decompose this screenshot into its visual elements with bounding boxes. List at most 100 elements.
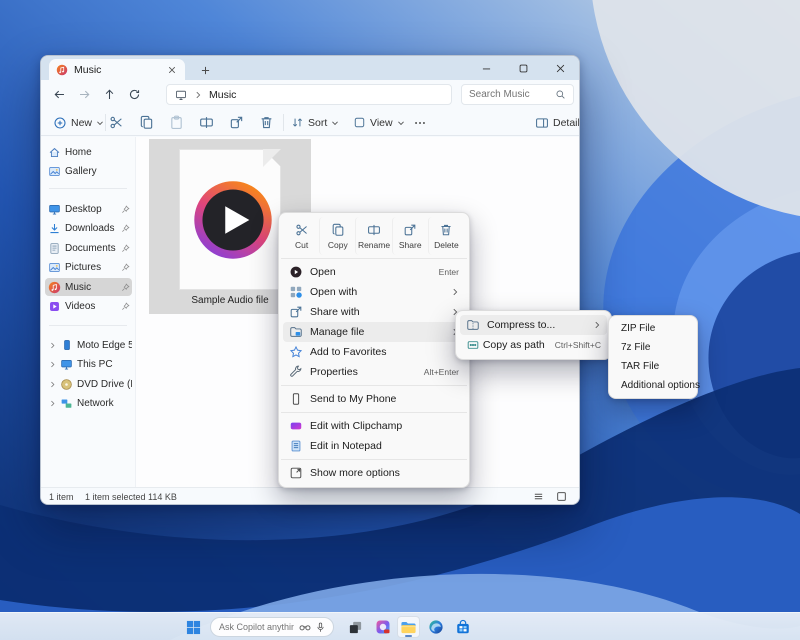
cut-button[interactable] bbox=[105, 112, 128, 133]
sort-icon bbox=[291, 116, 304, 129]
sidebar-item-downloads[interactable]: Downloads bbox=[45, 220, 132, 238]
microphone-icon[interactable] bbox=[316, 622, 325, 633]
pin-icon bbox=[121, 263, 130, 272]
menu-item-edit-with-clipchamp[interactable]: Edit with Clipchamp bbox=[283, 416, 465, 436]
sidebar-item-network[interactable]: Network bbox=[45, 395, 132, 413]
videos-icon bbox=[47, 300, 62, 313]
menu-item-share-with[interactable]: Share with bbox=[283, 302, 465, 322]
task-view-icon bbox=[348, 620, 363, 635]
quick-action-label: Delete bbox=[434, 240, 459, 250]
forward-button[interactable] bbox=[74, 84, 95, 105]
menu-item-edit-in-notepad[interactable]: Edit in Notepad bbox=[283, 436, 465, 456]
sidebar-item-desktop[interactable]: Desktop bbox=[45, 200, 132, 218]
menu-item-add-to-favorites[interactable]: Add to Favorites bbox=[283, 342, 465, 362]
share-button[interactable] bbox=[225, 112, 248, 133]
menu-separator bbox=[281, 412, 467, 413]
quick-action-label: Cut bbox=[295, 240, 308, 250]
cut-button[interactable]: Cut bbox=[284, 217, 319, 255]
more-options-button[interactable] bbox=[409, 112, 431, 133]
menu-item-label: Open bbox=[310, 266, 429, 278]
submenu-item-tar-file[interactable]: TAR File bbox=[613, 357, 693, 376]
tab-close-icon[interactable] bbox=[166, 64, 178, 76]
paste-icon bbox=[169, 115, 184, 130]
clipchamp-icon bbox=[289, 419, 310, 433]
new-tab-button[interactable] bbox=[197, 62, 213, 78]
minimize-button[interactable] bbox=[468, 56, 505, 80]
details-view-toggle-icon[interactable] bbox=[533, 491, 544, 502]
menu-item-label: Edit with Clipchamp bbox=[310, 420, 459, 432]
menu-item-send-to-my-phone[interactable]: Send to My Phone bbox=[283, 389, 465, 409]
page-fold bbox=[263, 149, 281, 167]
desktop-icon bbox=[47, 203, 62, 216]
delete-button[interactable]: Delete bbox=[428, 217, 464, 255]
edge-icon bbox=[428, 619, 444, 635]
back-button[interactable] bbox=[49, 84, 70, 105]
taskbar-search[interactable] bbox=[210, 617, 334, 637]
sidebar-item-home[interactable]: Home bbox=[45, 143, 132, 161]
edge-button[interactable] bbox=[424, 616, 447, 638]
menu-item-label: Send to My Phone bbox=[310, 393, 459, 405]
up-button[interactable] bbox=[99, 84, 120, 105]
sidebar-item-gallery[interactable]: Gallery bbox=[45, 162, 132, 180]
store-button[interactable] bbox=[451, 616, 474, 638]
new-button[interactable]: New bbox=[49, 112, 108, 133]
menu-item-open[interactable]: Open Enter bbox=[283, 262, 465, 282]
submenu-item-compress-to[interactable]: Compress to... bbox=[460, 315, 607, 335]
copilot-vision-icon[interactable] bbox=[299, 623, 311, 632]
task-view-button[interactable] bbox=[344, 616, 367, 638]
rename-button[interactable] bbox=[195, 112, 218, 133]
window-controls bbox=[468, 56, 579, 80]
menu-item-show-more-options[interactable]: Show more options bbox=[283, 463, 465, 483]
submenu-item-copy-as-path[interactable]: Copy as path Ctrl+Shift+C bbox=[460, 335, 607, 355]
sidebar-item-videos[interactable]: Videos bbox=[45, 298, 132, 316]
chevron-down-icon bbox=[331, 119, 339, 127]
breadcrumb-chevron-icon bbox=[194, 91, 202, 99]
sidebar-item-music[interactable]: Music bbox=[45, 278, 132, 296]
tab-bar: Music bbox=[41, 56, 579, 80]
trash-icon bbox=[259, 115, 274, 130]
view-button[interactable]: View bbox=[349, 112, 409, 133]
sidebar-item-dvd-drive[interactable]: DVD Drive (D:) CCC bbox=[45, 375, 132, 393]
tab-music[interactable]: Music bbox=[49, 59, 185, 80]
copy-button[interactable]: Copy bbox=[319, 217, 355, 255]
dvd-drive-icon bbox=[59, 378, 74, 391]
photos-app-button[interactable] bbox=[371, 616, 394, 638]
file-explorer-button[interactable] bbox=[397, 616, 420, 638]
sidebar-item-documents[interactable]: Documents bbox=[45, 239, 132, 257]
menu-item-properties[interactable]: Properties Alt+Enter bbox=[283, 362, 465, 382]
menu-item-manage-file[interactable]: Manage file bbox=[283, 322, 465, 342]
thumbnail-view-toggle-icon[interactable] bbox=[556, 491, 567, 502]
submenu-item-additional-options[interactable]: Additional options bbox=[613, 376, 693, 395]
cut-icon bbox=[295, 223, 309, 237]
open-with-icon bbox=[289, 285, 310, 299]
submenu-item-zip-file[interactable]: ZIP File bbox=[613, 319, 693, 338]
menu-item-open-with[interactable]: Open with bbox=[283, 282, 465, 302]
maximize-button[interactable] bbox=[505, 56, 542, 80]
copilot-search-input[interactable] bbox=[219, 622, 294, 632]
sidebar-item-moto-edge[interactable]: Moto Edge 50 Neo bbox=[45, 336, 132, 354]
sidebar-item-pictures[interactable]: Pictures bbox=[45, 259, 132, 277]
refresh-button[interactable] bbox=[124, 84, 145, 105]
explorer-search-input[interactable] bbox=[469, 89, 555, 100]
submenu-item-7z-file[interactable]: 7z File bbox=[613, 338, 693, 357]
share-button[interactable]: Share bbox=[392, 217, 428, 255]
details-pane-button[interactable]: Details bbox=[531, 112, 580, 133]
sidebar-item-label: DVD Drive (D:) CCC bbox=[77, 379, 132, 390]
paste-icon-button[interactable] bbox=[165, 112, 188, 133]
delete-button[interactable] bbox=[255, 112, 278, 133]
music-icon bbox=[47, 281, 62, 294]
start-button[interactable] bbox=[182, 616, 205, 638]
copy-button[interactable] bbox=[135, 112, 158, 133]
sidebar-item-label: Documents bbox=[65, 243, 121, 254]
sidebar-item-label: Pictures bbox=[65, 262, 121, 273]
menu-item-shortcut: Enter bbox=[439, 267, 459, 277]
breadcrumb[interactable]: Music bbox=[166, 84, 452, 105]
search-box[interactable] bbox=[461, 84, 574, 105]
sort-button[interactable]: Sort bbox=[287, 112, 343, 133]
chevron-right-icon bbox=[47, 342, 57, 349]
rename-button[interactable]: Rename bbox=[355, 217, 391, 255]
menu-item-label: Share with bbox=[310, 306, 443, 318]
sidebar-item-this-pc[interactable]: This PC bbox=[45, 356, 132, 374]
close-button[interactable] bbox=[542, 56, 579, 80]
menu-item-label: Properties bbox=[310, 366, 414, 378]
